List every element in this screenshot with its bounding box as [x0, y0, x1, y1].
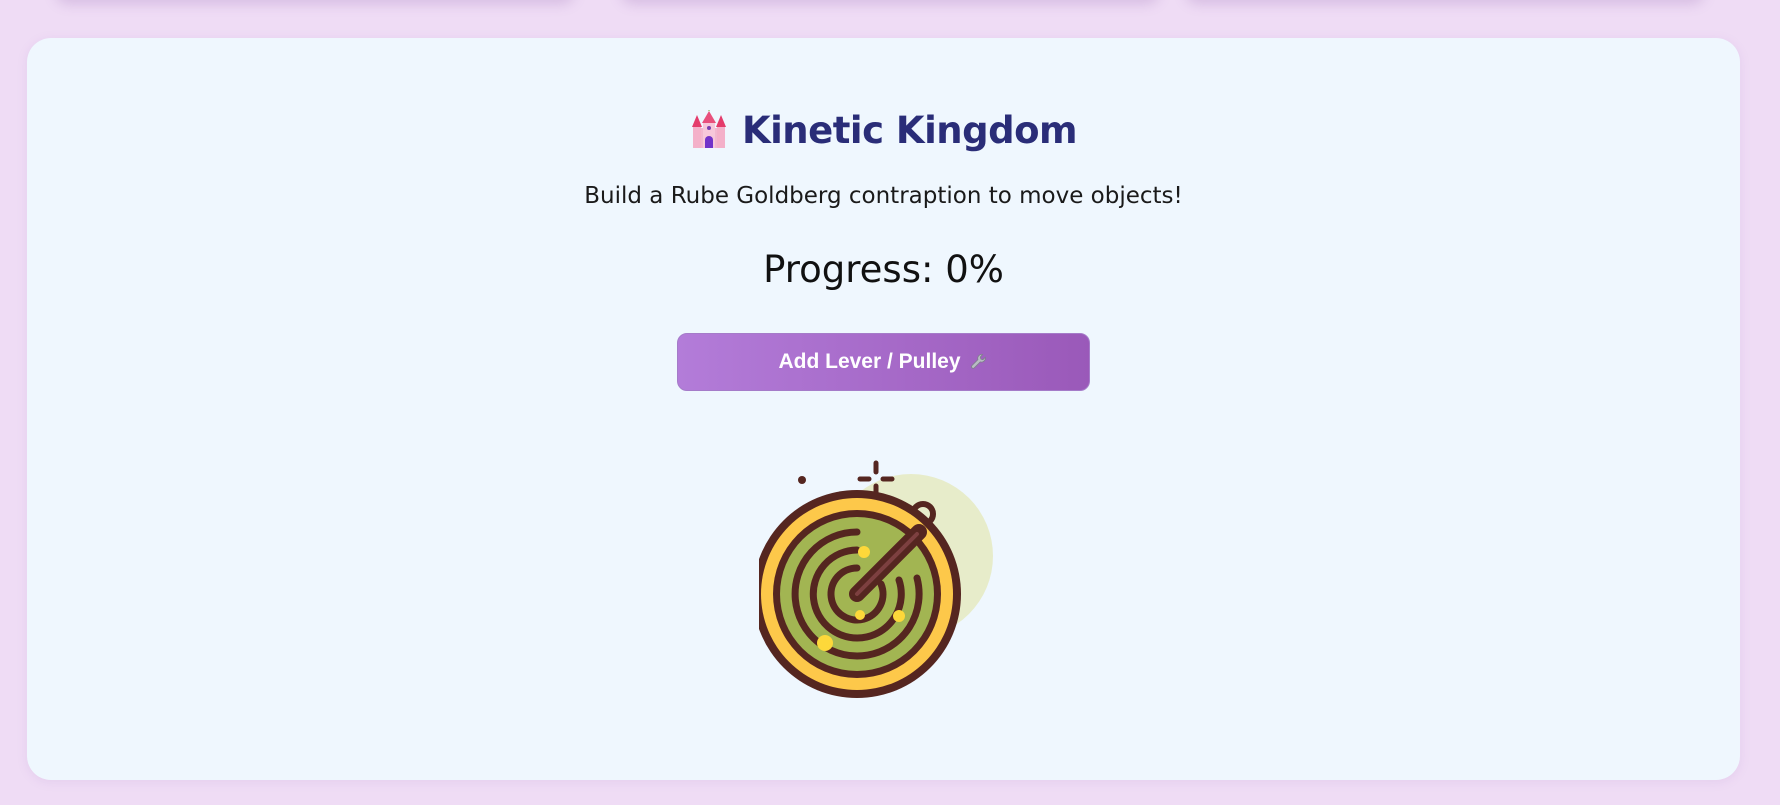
subtitle: Build a Rube Goldberg contraption to mov…	[584, 183, 1183, 209]
castle-icon	[690, 107, 728, 150]
game-card: Kinetic Kingdom Build a Rube Goldberg co…	[27, 38, 1740, 780]
title-row: Kinetic Kingdom	[27, 102, 1740, 158]
radar-illustration	[753, 458, 999, 708]
add-button-label: Add Lever / Pulley	[778, 350, 961, 373]
wrench-icon	[969, 352, 989, 372]
progress-text: Progress: 0%	[763, 248, 1004, 291]
page-title: Kinetic Kingdom	[741, 108, 1078, 152]
top-scroll-edge	[0, 0, 1780, 10]
add-lever-pulley-button[interactable]: Add Lever / Pulley	[677, 333, 1090, 391]
